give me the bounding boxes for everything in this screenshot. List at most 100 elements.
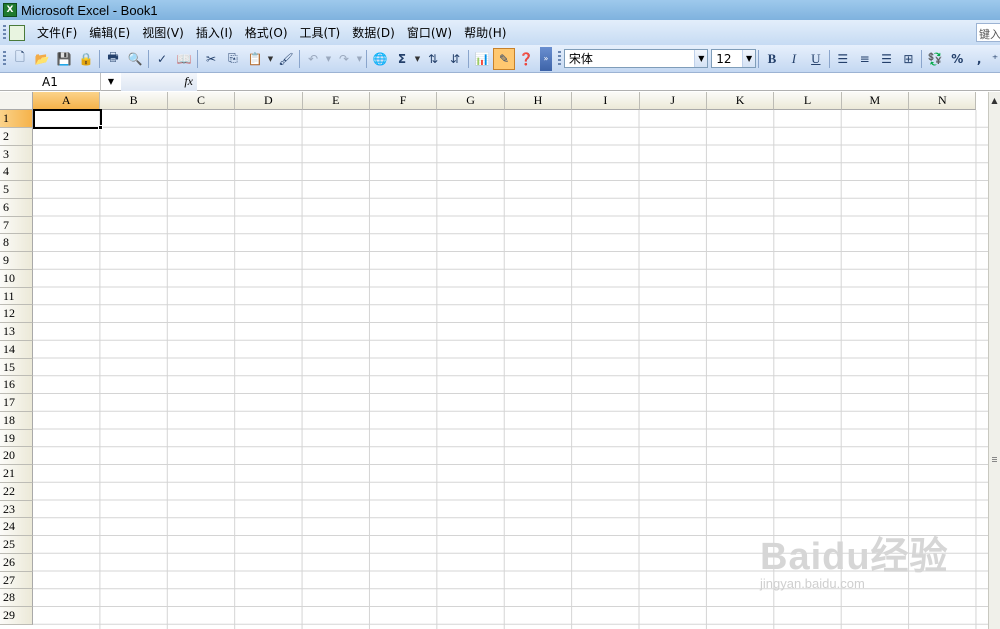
new-document-icon[interactable]: 🗋 <box>9 48 31 70</box>
help-question-input[interactable]: 键入 <box>976 23 1000 42</box>
save-icon[interactable]: 💾 <box>53 48 75 70</box>
format-toolbar-grip-handle[interactable] <box>557 50 561 67</box>
scroll-up-arrow-icon[interactable]: ▲ <box>989 94 1000 108</box>
column-header[interactable]: B <box>100 92 168 110</box>
column-header[interactable]: F <box>369 92 438 110</box>
drawing-icon[interactable]: ✎ <box>492 47 515 70</box>
column-header[interactable]: J <box>639 92 707 110</box>
column-header[interactable]: K <box>706 92 775 110</box>
row-header[interactable]: 10 <box>0 269 33 288</box>
row-header[interactable]: 8 <box>0 234 33 252</box>
copy-icon[interactable]: ⎘ <box>222 48 244 70</box>
spelling-icon[interactable]: ✓ <box>151 48 173 70</box>
row-header[interactable]: 12 <box>0 305 33 323</box>
column-header[interactable]: M <box>841 92 910 110</box>
column-header[interactable]: G <box>437 92 505 110</box>
align-right-icon[interactable]: ☰ <box>876 48 898 70</box>
italic-button[interactable]: I <box>783 48 805 70</box>
fill-handle[interactable] <box>98 125 103 130</box>
paste-dropdown-icon[interactable]: ▼ <box>266 55 275 63</box>
row-header[interactable]: 3 <box>0 145 33 164</box>
active-cell-a1[interactable] <box>33 109 102 129</box>
row-header[interactable]: 4 <box>0 163 33 181</box>
permission-icon[interactable]: 🔒 <box>75 48 97 70</box>
row-header[interactable]: 15 <box>0 358 33 377</box>
name-box[interactable]: A1 <box>0 72 101 91</box>
chart-wizard-icon[interactable]: 📊 <box>471 48 493 70</box>
redo-dropdown-icon[interactable]: ▼ <box>355 55 364 63</box>
research-icon[interactable]: 📖 <box>173 48 195 70</box>
paste-icon[interactable]: 📋 <box>244 48 266 70</box>
row-header[interactable]: 9 <box>0 252 33 270</box>
column-header[interactable]: N <box>909 92 977 110</box>
sort-descending-icon[interactable]: ⇵ <box>444 48 466 70</box>
row-header[interactable]: 5 <box>0 181 33 199</box>
menu-window[interactable]: 窗口(W) <box>401 22 458 43</box>
row-header[interactable]: 25 <box>0 536 33 554</box>
undo-icon[interactable]: ↶ <box>302 48 324 70</box>
menu-insert[interactable]: 插入(I) <box>190 22 239 43</box>
column-header[interactable]: L <box>774 92 842 110</box>
select-all-corner[interactable] <box>0 92 33 110</box>
font-name-select[interactable]: 宋体 ▼ <box>563 49 709 68</box>
row-header[interactable]: 27 <box>0 571 33 590</box>
align-center-icon[interactable]: ≡ <box>854 48 876 70</box>
menu-grip-handle[interactable] <box>3 24 6 41</box>
row-header[interactable]: 28 <box>0 589 33 607</box>
menu-edit[interactable]: 编辑(E) <box>83 22 136 43</box>
menu-file[interactable]: 文件(F) <box>31 22 83 43</box>
column-header[interactable]: C <box>167 92 236 110</box>
autosum-icon[interactable]: Σ <box>391 48 413 70</box>
column-header[interactable]: A <box>33 92 101 110</box>
row-header[interactable]: 14 <box>0 340 33 359</box>
row-header[interactable]: 7 <box>0 216 33 235</box>
row-header[interactable]: 22 <box>0 482 33 501</box>
bold-button[interactable]: B <box>761 48 783 70</box>
menu-tools[interactable]: 工具(T) <box>294 22 347 43</box>
redo-icon[interactable]: ↷ <box>333 48 355 70</box>
column-header[interactable]: E <box>302 92 370 110</box>
menu-format[interactable]: 格式(O) <box>239 22 294 43</box>
font-size-dropdown-icon[interactable]: ▼ <box>742 50 756 67</box>
row-header[interactable]: 2 <box>0 127 33 146</box>
row-header[interactable]: 29 <box>0 607 33 625</box>
column-header[interactable]: H <box>504 92 573 110</box>
name-box-dropdown-icon[interactable]: ▼ <box>101 73 121 91</box>
row-header[interactable]: 23 <box>0 500 33 519</box>
comma-style-button[interactable]: , <box>968 48 990 70</box>
format-painter-icon[interactable]: 🖌 <box>275 48 297 70</box>
undo-dropdown-icon[interactable]: ▼ <box>324 55 333 63</box>
cut-icon[interactable]: ✂ <box>200 48 222 70</box>
row-header[interactable]: 19 <box>0 429 33 448</box>
currency-icon[interactable]: 💱 <box>924 48 946 70</box>
menu-view[interactable]: 视图(V) <box>136 22 190 43</box>
vertical-scrollbar[interactable]: ▲ <box>988 92 1000 629</box>
align-left-icon[interactable]: ☰ <box>832 48 854 70</box>
font-name-dropdown-icon[interactable]: ▼ <box>694 50 708 67</box>
increase-decimal-icon[interactable]: ⁺ <box>990 48 1000 70</box>
underline-button[interactable]: U <box>805 48 827 70</box>
formula-input[interactable] <box>197 73 1000 91</box>
menu-help[interactable]: 帮助(H) <box>458 22 512 43</box>
toolbar-grip-handle[interactable] <box>3 50 6 67</box>
help-icon[interactable]: ❓ <box>515 48 537 70</box>
row-header[interactable]: 26 <box>0 553 33 572</box>
row-header[interactable]: 24 <box>0 518 33 536</box>
excel-app-icon[interactable]: X <box>3 3 17 17</box>
row-header[interactable]: 17 <box>0 394 33 412</box>
hyperlink-icon[interactable]: 🌐 <box>369 48 391 70</box>
workbook-doc-icon[interactable] <box>9 24 25 41</box>
row-header[interactable]: 1 <box>0 110 33 128</box>
font-size-select[interactable]: 12 ▼ <box>711 49 757 68</box>
row-header[interactable]: 18 <box>0 411 33 430</box>
row-header[interactable]: 20 <box>0 447 33 465</box>
merge-center-icon[interactable]: ⊞ <box>897 48 919 70</box>
scroll-thumb-grip[interactable] <box>992 457 997 463</box>
autosum-dropdown-icon[interactable]: ▼ <box>413 55 422 63</box>
percent-button[interactable]: % <box>946 48 968 70</box>
row-header[interactable]: 21 <box>0 465 33 483</box>
print-icon[interactable]: 🖶 <box>102 48 124 70</box>
open-folder-icon[interactable]: 📂 <box>31 48 53 70</box>
print-preview-icon[interactable]: 🔍 <box>124 48 146 70</box>
menu-data[interactable]: 数据(D) <box>346 22 401 43</box>
